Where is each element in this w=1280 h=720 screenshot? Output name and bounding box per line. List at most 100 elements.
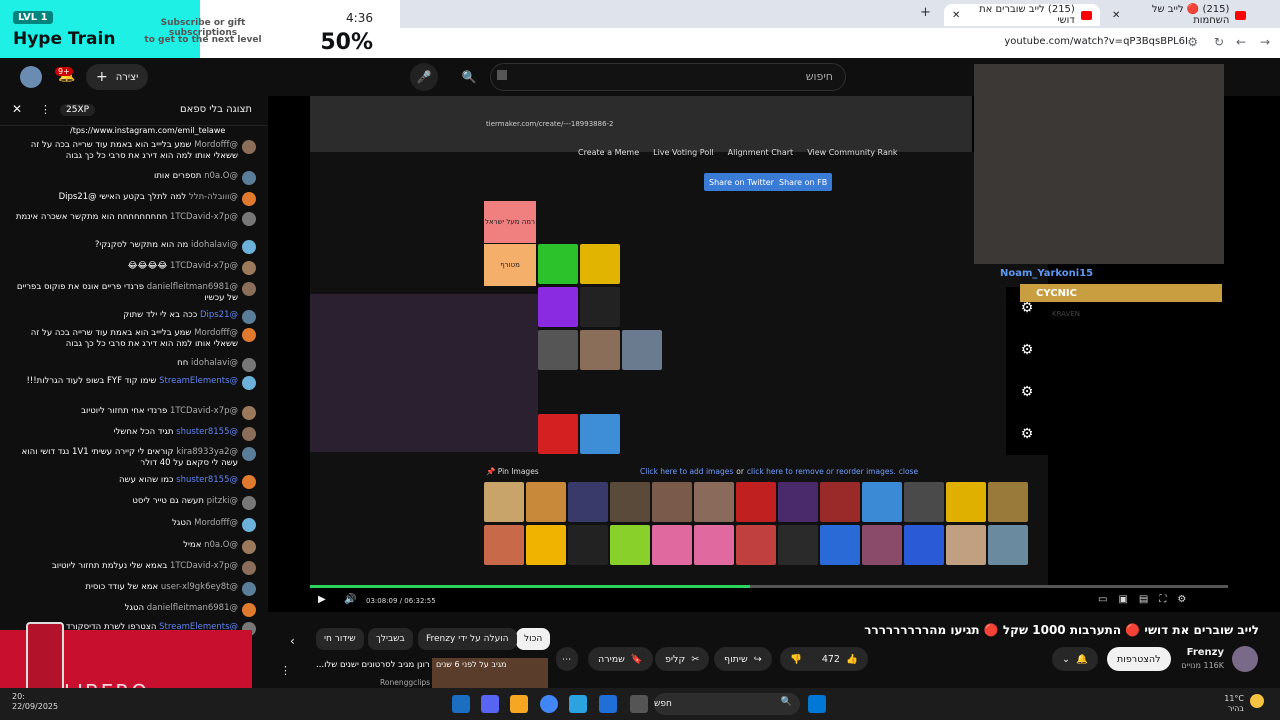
new-tab-icon[interactable]: +	[920, 5, 931, 20]
avatar[interactable]	[242, 192, 256, 206]
remove-images-link[interactable]: click here to remove or reorder images.	[747, 467, 896, 476]
chat-author[interactable]: @n0a.O	[204, 540, 238, 550]
app-icon[interactable]	[510, 695, 528, 713]
pool-item[interactable]	[652, 482, 692, 522]
tier-item[interactable]	[538, 244, 578, 284]
pool-item[interactable]	[568, 482, 608, 522]
chat-link[interactable]: /tps://www.instagram.com/emil_telawe	[70, 126, 225, 135]
avatar[interactable]	[242, 358, 256, 372]
chat-author[interactable]: @shuster8155	[176, 475, 238, 485]
menu-item[interactable]: Live Voting Poll	[653, 148, 714, 157]
pool-item[interactable]	[820, 525, 860, 565]
chat-author[interactable]: @shuster8155	[176, 427, 238, 437]
gear-icon[interactable]: ⚙	[1006, 371, 1048, 413]
chat-author[interactable]: @n0a.O	[204, 171, 238, 181]
pool-item[interactable]	[652, 525, 692, 565]
avatar[interactable]	[242, 518, 256, 532]
pool-item[interactable]	[862, 482, 902, 522]
more-icon[interactable]: ⋮	[40, 103, 51, 116]
pool-item[interactable]	[778, 525, 818, 565]
avatar[interactable]	[242, 447, 256, 461]
grid-icon[interactable]	[599, 695, 617, 713]
chat-author[interactable]: @1TCDavid-x7p	[170, 561, 238, 571]
chip-for-you[interactable]: בשבילך	[368, 628, 413, 650]
pool-item[interactable]	[736, 482, 776, 522]
tier-item[interactable]	[538, 330, 578, 370]
avatar[interactable]	[242, 427, 256, 441]
recommended-thumbnail[interactable]: מגיב על לפני 6 שנים	[432, 658, 548, 688]
search-icon[interactable]: 🔍	[455, 63, 483, 91]
forward-icon[interactable]: →	[1260, 35, 1270, 49]
chat-author[interactable]: @user-xl9gk6ey8t	[161, 582, 238, 592]
chat-author[interactable]: @kira8933ya2	[176, 447, 238, 457]
avatar[interactable]	[242, 140, 256, 154]
menu-item[interactable]: Create a Meme	[578, 148, 639, 157]
tier-item[interactable]	[538, 414, 578, 454]
mic-icon[interactable]: 🎤	[410, 63, 438, 91]
discord-icon[interactable]	[481, 695, 499, 713]
fullscreen-icon[interactable]: ⛶	[1159, 594, 1166, 605]
chat-author[interactable]: @pitzki	[207, 496, 238, 506]
chat-author[interactable]: @danielfleitman6981	[147, 603, 238, 613]
menu-item[interactable]: Alignment Chart	[728, 148, 794, 157]
chat-author[interactable]: @1TCDavid-x7p	[170, 212, 238, 222]
pool-item[interactable]	[484, 482, 524, 522]
avatar[interactable]	[242, 212, 256, 226]
create-button[interactable]: יצירה +	[86, 64, 149, 90]
add-images-link[interactable]: Click here to add images	[640, 467, 733, 476]
avatar[interactable]	[242, 376, 256, 390]
chat-author[interactable]: @ווובלה-תלל	[189, 192, 238, 202]
avatar[interactable]	[242, 603, 256, 617]
pool-item[interactable]	[820, 482, 860, 522]
avatar[interactable]	[242, 561, 256, 575]
avatar[interactable]	[242, 406, 256, 420]
chat-author[interactable]: @StreamElements	[159, 376, 238, 386]
play-icon[interactable]: ▶	[318, 594, 326, 605]
gear-icon[interactable]: ⚙	[1006, 413, 1048, 455]
save-button[interactable]: 🔖 שמירה	[588, 647, 653, 671]
chat-author[interactable]: @idohalavi	[191, 240, 238, 250]
avatar[interactable]	[242, 540, 256, 554]
tab-1[interactable]: (215) 🔴 לייב של השחמות ✕	[1104, 4, 1254, 26]
channel-name[interactable]: Frenzy	[1187, 647, 1224, 658]
windows-icon[interactable]	[808, 695, 826, 713]
chip-live[interactable]: שידור חי	[316, 628, 364, 650]
close-link[interactable]: close	[899, 467, 918, 476]
more-icon[interactable]: ⋮	[280, 664, 291, 677]
chat-author[interactable]: @Dips21	[200, 310, 238, 320]
pool-item[interactable]	[946, 482, 986, 522]
avatar[interactable]	[242, 310, 256, 324]
pool-item[interactable]	[778, 482, 818, 522]
share-twitter-button[interactable]: Share on Twitter	[704, 173, 779, 191]
avatar[interactable]	[242, 328, 256, 342]
pool-item[interactable]	[526, 525, 566, 565]
chat-author[interactable]: @1TCDavid-x7p	[170, 406, 238, 416]
chrome-icon[interactable]	[540, 695, 558, 713]
chat-author[interactable]: @Mordofff	[194, 140, 238, 150]
subscribe-button[interactable]: להצטרפות	[1107, 647, 1171, 671]
volume-icon[interactable]: 🔊	[344, 594, 356, 605]
pool-item[interactable]	[610, 525, 650, 565]
progress-bar[interactable]	[310, 585, 1228, 588]
chat-author[interactable]: @danielfleitman6981	[147, 282, 238, 292]
tab-2[interactable]: (215) לייב שוברים את דושי ✕	[944, 4, 1100, 26]
like-icon[interactable]: 👍	[846, 654, 858, 665]
clip-button[interactable]: ✂ קליפ	[655, 647, 710, 671]
reload-icon[interactable]: ↻	[1214, 35, 1224, 49]
pool-item[interactable]	[904, 482, 944, 522]
chip-uploaded[interactable]: הועלה על ידי Frenzy	[418, 628, 517, 650]
tier-item[interactable]	[580, 244, 620, 284]
share-button[interactable]: ↪ שיתוף	[714, 647, 772, 671]
pin-images[interactable]: 📌 Pin Images	[486, 467, 539, 476]
recommended-channel[interactable]: Ronenggclips	[380, 678, 430, 687]
url-text[interactable]: youtube.com/watch?v=qP3BqsBPL6I	[1004, 36, 1188, 47]
pool-item[interactable]	[988, 525, 1028, 565]
tune-icon[interactable]: ⚙	[1187, 35, 1198, 49]
tier-item[interactable]	[622, 330, 662, 370]
more-button[interactable]: ⋯	[556, 647, 578, 671]
avatar[interactable]	[242, 282, 256, 296]
search-input[interactable]: חיפוש	[490, 63, 846, 91]
pool-item[interactable]	[904, 525, 944, 565]
chat-author[interactable]: @Mordofff	[194, 328, 238, 338]
miniplayer-icon[interactable]: ▣	[1118, 594, 1127, 605]
